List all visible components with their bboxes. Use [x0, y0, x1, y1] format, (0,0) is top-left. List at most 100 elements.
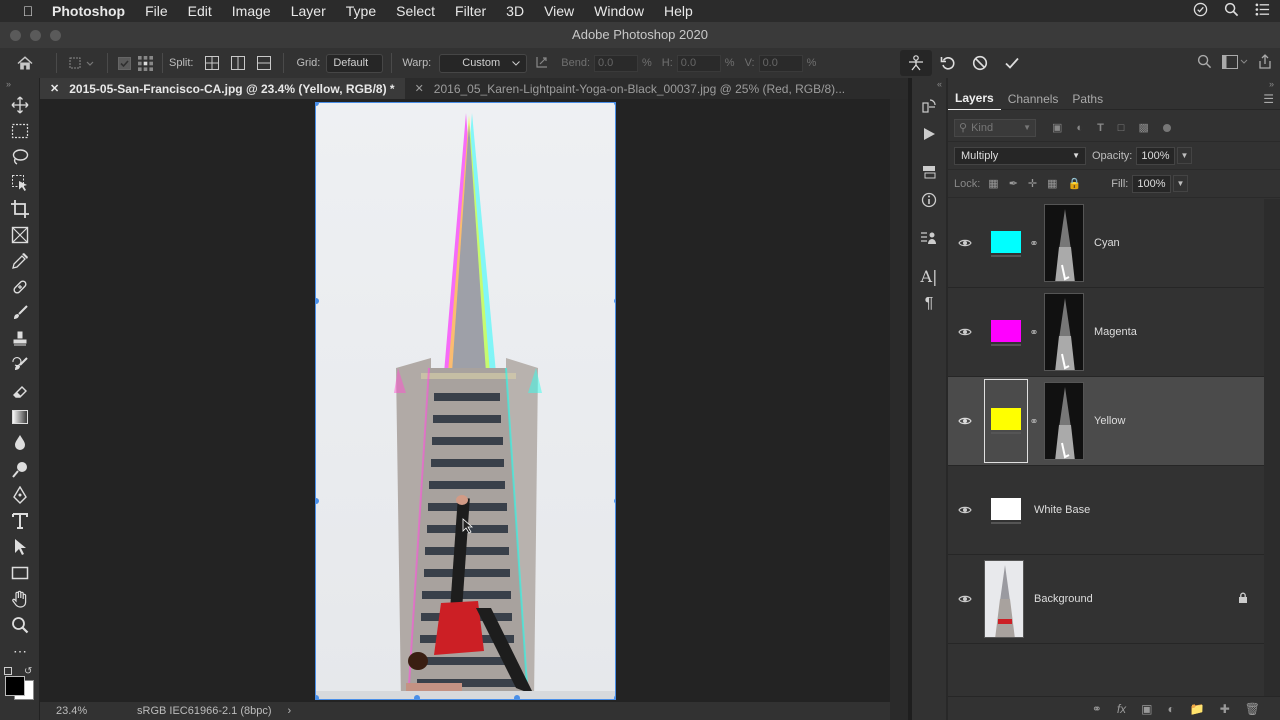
adjustment-filter-icon[interactable]: ◐	[1076, 122, 1083, 134]
search-icon[interactable]	[1197, 54, 1212, 72]
more-tools-icon[interactable]: ⋯	[0, 638, 40, 664]
close-window-button[interactable]	[10, 30, 21, 41]
split-vertical-icon[interactable]	[225, 48, 251, 78]
warp-dropdown[interactable]: Custom	[439, 53, 528, 73]
transform-handle[interactable]	[614, 298, 615, 304]
search-icon[interactable]	[1224, 2, 1239, 20]
status-check-icon[interactable]	[1193, 2, 1208, 20]
vertical-scrollbar[interactable]	[890, 99, 908, 720]
menu-help[interactable]: Help	[654, 0, 703, 22]
link-icon[interactable]: ⚭	[1028, 326, 1040, 339]
link-layers-icon[interactable]: ⚭	[1092, 702, 1102, 716]
object-select-tool-icon[interactable]	[0, 170, 40, 196]
layer-mask-thumbnail[interactable]	[1044, 293, 1084, 371]
menu-extras-icon[interactable]	[1255, 2, 1270, 20]
lock-all-icon[interactable]: 🔒	[1068, 177, 1082, 190]
filter-kind-dropdown[interactable]: ⚲ Kind ▼	[954, 118, 1036, 137]
chevron-down-icon[interactable]: ▼	[1172, 175, 1189, 192]
reset-icon[interactable]	[932, 48, 964, 78]
layer-name[interactable]: Magenta	[1094, 326, 1137, 338]
h-input[interactable]: 0.0	[676, 54, 721, 72]
layer-name[interactable]: Cyan	[1094, 237, 1120, 249]
layer-row-yellow[interactable]: ⚭ Yellow	[948, 377, 1264, 466]
transform-handle[interactable]	[614, 695, 615, 699]
layer-fill-thumbnail[interactable]	[984, 488, 1028, 532]
history-panel-icon[interactable]	[912, 92, 946, 120]
commit-transform-icon[interactable]	[996, 48, 1028, 78]
hand-tool-icon[interactable]	[0, 586, 40, 612]
character-panel-icon[interactable]: A|	[912, 262, 946, 290]
color-swatches[interactable]: ↺	[0, 664, 39, 704]
type-filter-icon[interactable]: T	[1097, 122, 1104, 134]
minimize-window-button[interactable]	[30, 30, 41, 41]
collapse-left-icon[interactable]: «	[912, 78, 946, 92]
foreground-color-swatch[interactable]	[5, 676, 25, 696]
menu-image[interactable]: Image	[222, 0, 281, 22]
swap-colors-icon[interactable]: ↺	[24, 666, 32, 677]
eye-icon[interactable]	[950, 327, 980, 337]
paragraph-panel-icon[interactable]: ¶	[912, 290, 946, 318]
info-icon[interactable]	[912, 186, 946, 214]
eye-icon[interactable]	[950, 594, 980, 604]
blur-tool-icon[interactable]	[0, 430, 40, 456]
menu-view[interactable]: View	[534, 0, 584, 22]
tab-yoga-lightpaint[interactable]: ✕ 2016_05_Karen-Lightpaint-Yoga-on-Black…	[405, 78, 856, 99]
rectangle-tool-icon[interactable]	[0, 560, 40, 586]
transform-preset-icon[interactable]	[63, 48, 101, 78]
default-colors-icon[interactable]	[4, 667, 12, 675]
fill-input[interactable]: 100%	[1132, 174, 1171, 193]
transform-handle[interactable]	[316, 695, 319, 699]
zoom-window-button[interactable]	[50, 30, 61, 41]
share-icon[interactable]	[1258, 54, 1272, 72]
frame-tool-icon[interactable]	[0, 222, 40, 248]
tab-san-francisco[interactable]: ✕ 2015-05-San-Francisco-CA.jpg @ 23.4% (…	[40, 78, 405, 99]
layers-scrollbar[interactable]	[1264, 199, 1280, 696]
bend-input[interactable]: 0.0	[594, 54, 638, 72]
layer-row-magenta[interactable]: ⚭ Magenta	[948, 288, 1264, 377]
transform-handle[interactable]	[514, 695, 520, 699]
move-tool-icon[interactable]	[0, 92, 40, 118]
lock-transparent-icon[interactable]: ▦	[988, 177, 998, 190]
menu-filter[interactable]: Filter	[445, 0, 496, 22]
layer-image-thumbnail[interactable]	[984, 560, 1024, 638]
split-horizontal-icon[interactable]	[251, 48, 277, 78]
reference-point-checkbox[interactable]	[114, 48, 134, 78]
new-adjustment-icon[interactable]: ◐	[1168, 702, 1175, 716]
zoom-level[interactable]: 23.4%	[56, 705, 112, 717]
add-mask-icon[interactable]: ▣	[1141, 702, 1152, 716]
transform-handle[interactable]	[614, 103, 615, 106]
layer-row-background[interactable]: Background	[948, 555, 1264, 644]
trash-icon[interactable]: 🗑	[1245, 702, 1260, 716]
chevron-right-icon[interactable]: ›	[288, 705, 292, 717]
gradient-tool-icon[interactable]	[0, 404, 40, 430]
healing-brush-tool-icon[interactable]	[0, 274, 40, 300]
dodge-tool-icon[interactable]	[0, 456, 40, 482]
close-tab-icon[interactable]: ✕	[415, 82, 424, 95]
collapse-icon[interactable]: »	[0, 78, 39, 92]
zoom-tool-icon[interactable]	[0, 612, 40, 638]
history-brush-tool-icon[interactable]	[0, 352, 40, 378]
tab-paths[interactable]: Paths	[1065, 88, 1110, 110]
layer-fill-thumbnail[interactable]	[984, 310, 1028, 354]
layer-fill-thumbnail[interactable]	[984, 379, 1028, 463]
menu-app[interactable]: Photoshop	[42, 0, 135, 22]
split-cross-icon[interactable]	[199, 48, 225, 78]
v-input[interactable]: 0.0	[758, 54, 803, 72]
menu-file[interactable]: File	[135, 0, 178, 22]
cancel-transform-icon[interactable]	[964, 48, 996, 78]
layer-row-cyan[interactable]: ⚭ Cyan	[948, 199, 1264, 288]
marquee-tool-icon[interactable]	[0, 118, 40, 144]
tab-layers[interactable]: Layers	[948, 87, 1001, 110]
reference-point-grid-icon[interactable]	[134, 48, 156, 78]
pixel-filter-icon[interactable]: ▣	[1052, 121, 1062, 134]
blend-mode-dropdown[interactable]: Multiply ▼	[954, 146, 1086, 165]
link-icon[interactable]: ⚭	[1028, 415, 1040, 428]
layer-mask-thumbnail[interactable]	[1044, 204, 1084, 282]
adjustments-panel-icon[interactable]	[912, 158, 946, 186]
eye-icon[interactable]	[950, 505, 980, 515]
new-layer-icon[interactable]: ✚	[1220, 702, 1230, 716]
lock-icon[interactable]	[1238, 592, 1248, 607]
document-canvas[interactable]	[315, 102, 616, 700]
transform-handle[interactable]	[414, 695, 420, 699]
chevron-down-icon[interactable]: ▼	[1176, 147, 1193, 164]
